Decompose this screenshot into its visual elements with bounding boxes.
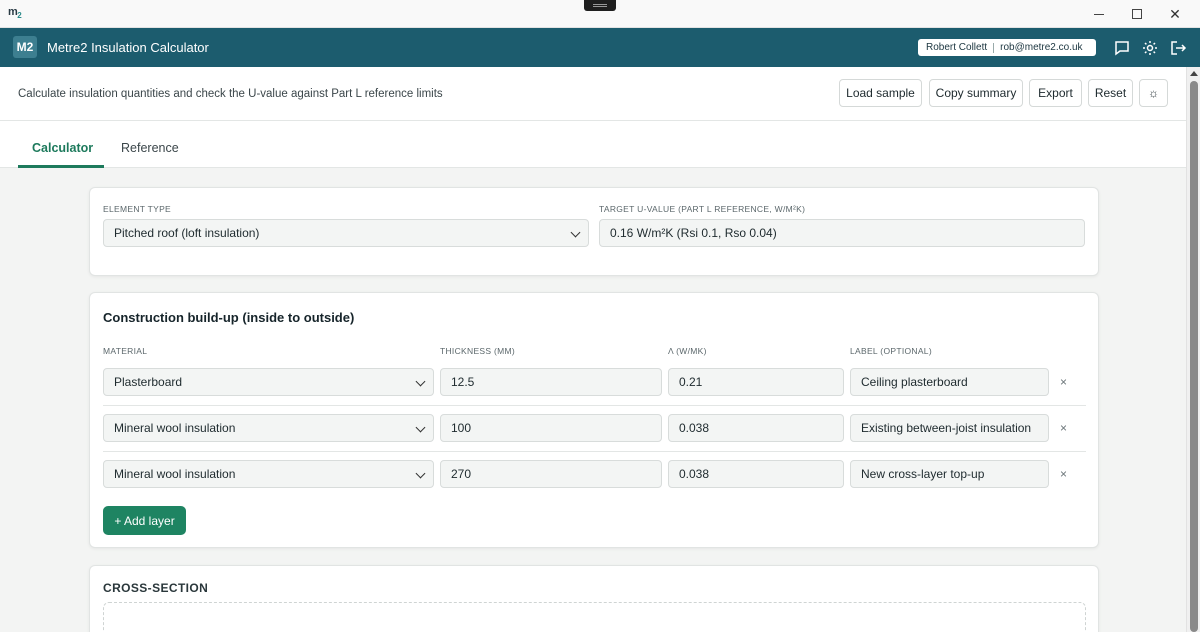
target-u-value-label: TARGET U-VALUE (PART L REFERENCE, W/M²K) bbox=[599, 204, 806, 214]
scrollbar[interactable] bbox=[1186, 67, 1200, 632]
close-window-button[interactable]: ✕ bbox=[1152, 0, 1198, 28]
element-type-card: ELEMENT TYPE Pitched roof (loft insulati… bbox=[89, 187, 1099, 276]
tab-bar: Calculator Reference bbox=[0, 121, 1186, 168]
row-divider bbox=[103, 405, 1086, 406]
target-u-value-field: 0.16 W/m²K (Rsi 0.1, Rso 0.04) bbox=[599, 219, 1085, 247]
column-header-thickness: THICKNESS (MM) bbox=[440, 346, 516, 356]
layer-1-thickness-input[interactable]: 12.5 bbox=[440, 368, 662, 396]
window-drag-handle[interactable] bbox=[584, 0, 616, 11]
layer-1-lambda-input[interactable]: 0.21 bbox=[668, 368, 844, 396]
scrollbar-thumb[interactable] bbox=[1190, 81, 1198, 632]
add-layer-button[interactable]: + Add layer bbox=[103, 506, 186, 535]
minimize-icon bbox=[1094, 13, 1104, 15]
column-header-lambda: Λ (W/MK) bbox=[668, 346, 707, 356]
logout-icon[interactable] bbox=[1169, 39, 1187, 57]
layer-1-label-input[interactable]: Ceiling plasterboard bbox=[850, 368, 1049, 396]
layer-1-remove-button[interactable]: × bbox=[1060, 375, 1067, 389]
tab-calculator[interactable]: Calculator bbox=[32, 141, 93, 155]
user-separator bbox=[993, 42, 995, 53]
user-email: rob@metre2.co.uk bbox=[1000, 42, 1083, 53]
layer-3-material-select[interactable]: Mineral wool insulation bbox=[103, 460, 434, 488]
close-icon: ✕ bbox=[1169, 5, 1181, 22]
column-header-material: MATERIAL bbox=[103, 346, 148, 356]
buildup-title: Construction build-up (inside to outside… bbox=[103, 310, 355, 325]
gear-icon[interactable] bbox=[1141, 39, 1159, 57]
tab-reference[interactable]: Reference bbox=[121, 141, 179, 155]
cross-section-title: CROSS-SECTION bbox=[103, 581, 209, 595]
column-header-label: LABEL (OPTIONAL) bbox=[850, 346, 932, 356]
chat-icon[interactable] bbox=[1113, 39, 1131, 57]
export-button[interactable]: Export bbox=[1029, 79, 1082, 107]
layer-2-thickness-input[interactable]: 100 bbox=[440, 414, 662, 442]
page-subtitle: Calculate insulation quantities and chec… bbox=[18, 88, 443, 100]
layer-3-thickness-input[interactable]: 270 bbox=[440, 460, 662, 488]
user-badge[interactable]: Robert Collett rob@metre2.co.uk bbox=[918, 39, 1096, 56]
cross-section-card: CROSS-SECTION bbox=[89, 565, 1099, 632]
element-type-label: ELEMENT TYPE bbox=[103, 204, 172, 214]
sun-icon: ☼ bbox=[1148, 86, 1159, 100]
app-logo-icon: m2 bbox=[8, 6, 22, 21]
maximize-icon bbox=[1132, 9, 1142, 19]
cross-section-canvas bbox=[103, 602, 1086, 632]
layer-1-material-select[interactable]: Plasterboard bbox=[103, 368, 434, 396]
active-tab-indicator bbox=[18, 165, 104, 168]
window-title-bar: m2 ✕ bbox=[0, 0, 1200, 28]
layer-2-lambda-input[interactable]: 0.038 bbox=[668, 414, 844, 442]
app-header: M2 Metre2 Insulation Calculator Robert C… bbox=[0, 28, 1200, 67]
load-sample-button[interactable]: Load sample bbox=[839, 79, 922, 107]
copy-summary-button[interactable]: Copy summary bbox=[929, 79, 1023, 107]
app-title: Metre2 Insulation Calculator bbox=[47, 40, 209, 55]
layer-3-remove-button[interactable]: × bbox=[1060, 467, 1067, 481]
layer-3-lambda-input[interactable]: 0.038 bbox=[668, 460, 844, 488]
layer-2-material-select[interactable]: Mineral wool insulation bbox=[103, 414, 434, 442]
scroll-up-icon[interactable] bbox=[1190, 71, 1198, 76]
user-name: Robert Collett bbox=[926, 42, 988, 53]
layer-2-remove-button[interactable]: × bbox=[1060, 421, 1067, 435]
layer-2-label-input[interactable]: Existing between-joist insulation bbox=[850, 414, 1049, 442]
layer-3-label-input[interactable]: New cross-layer top-up bbox=[850, 460, 1049, 488]
theme-toggle-button[interactable]: ☼ bbox=[1139, 79, 1168, 107]
row-divider bbox=[103, 451, 1086, 452]
brand-logo: M2 bbox=[13, 36, 37, 58]
element-type-select[interactable]: Pitched roof (loft insulation) bbox=[103, 219, 589, 247]
reset-button[interactable]: Reset bbox=[1088, 79, 1133, 107]
toolbar: Calculate insulation quantities and chec… bbox=[0, 67, 1186, 121]
construction-buildup-card: Construction build-up (inside to outside… bbox=[89, 292, 1099, 548]
